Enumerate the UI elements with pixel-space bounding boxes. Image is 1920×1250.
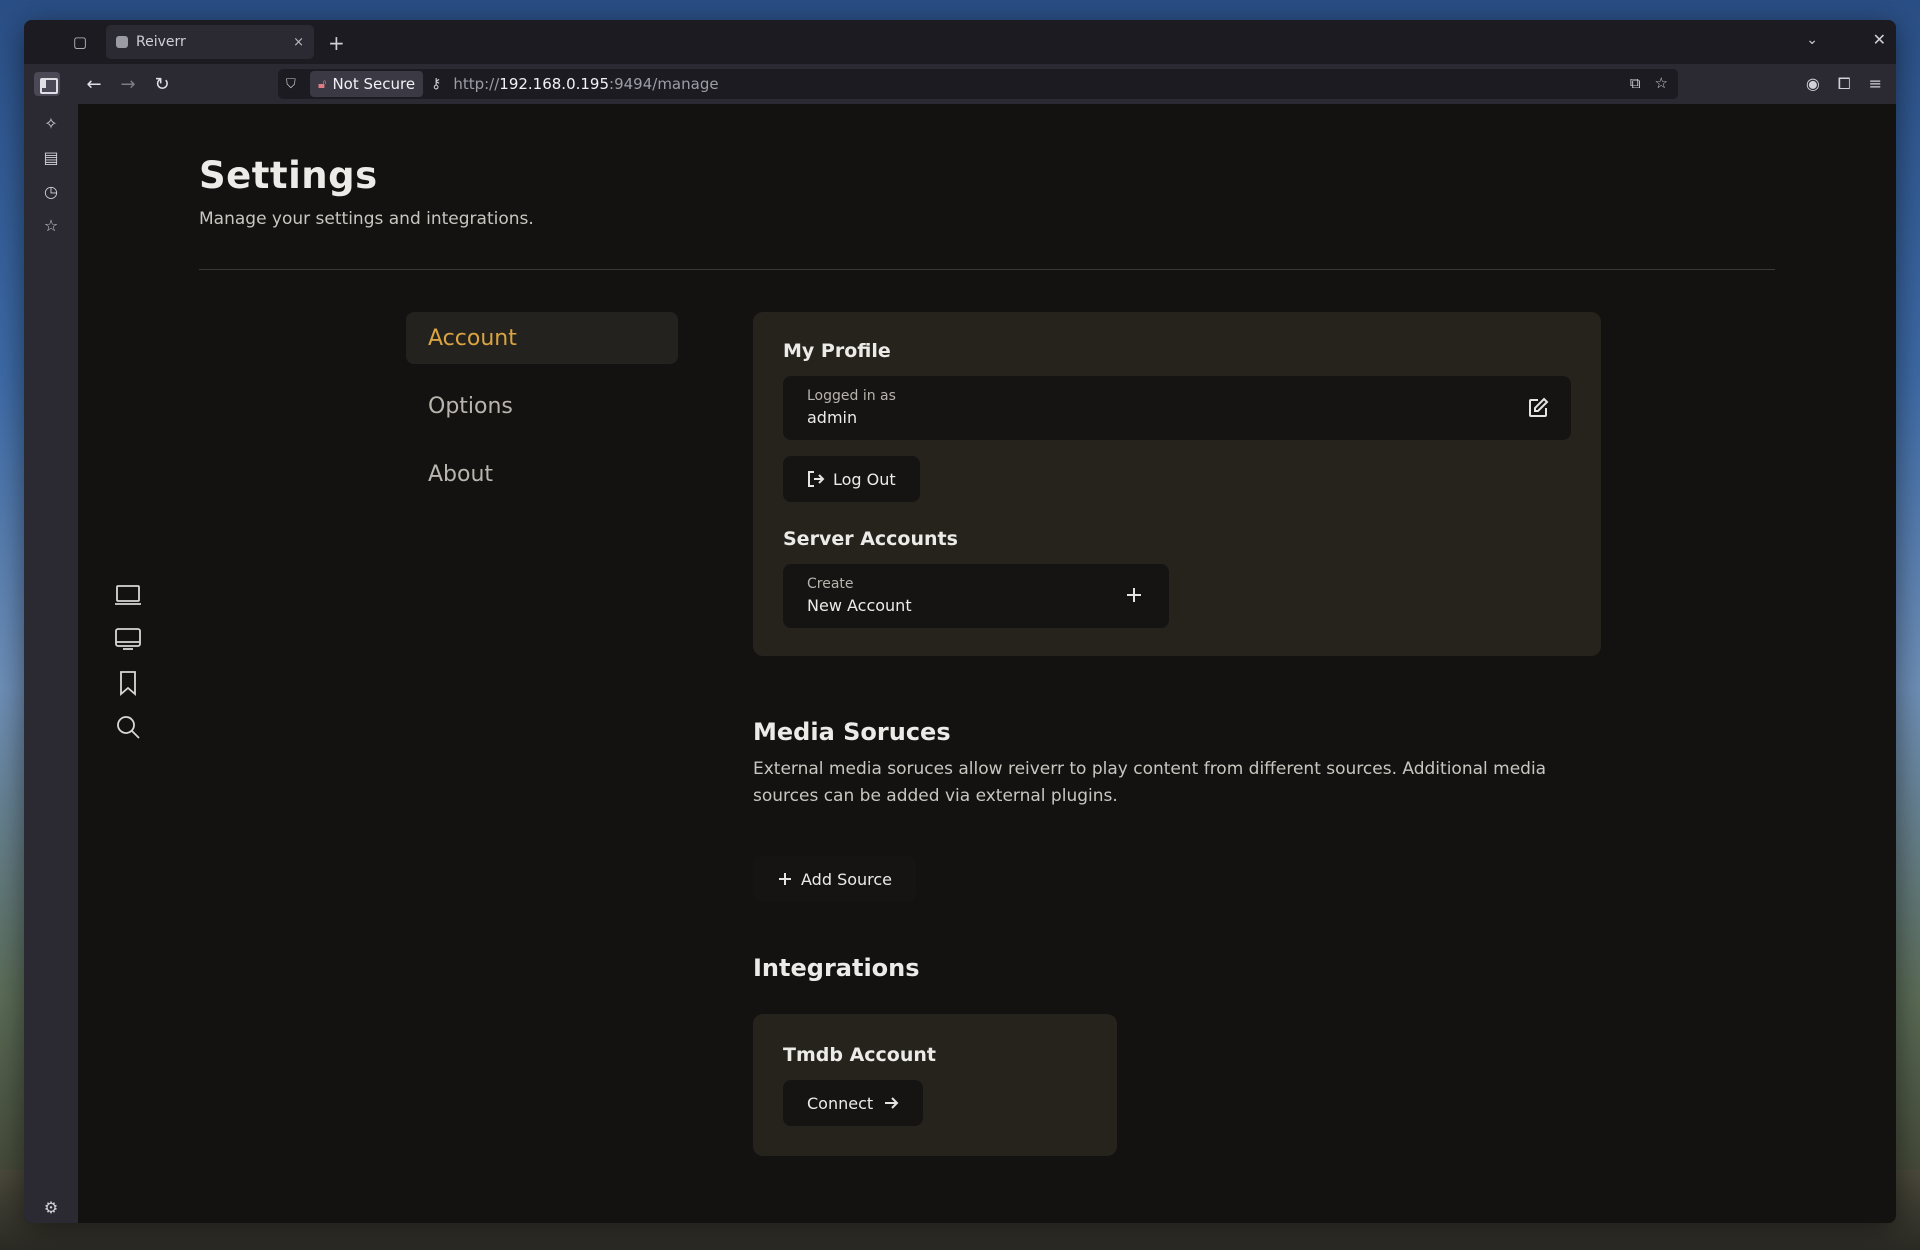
logged-in-label: Logged in as <box>807 388 896 404</box>
movies-icon[interactable] <box>108 578 148 612</box>
logged-in-row[interactable]: Logged in as admin <box>783 376 1571 440</box>
url-host: 192.168.0.195 <box>499 75 610 93</box>
back-icon[interactable]: ← <box>80 64 108 104</box>
logout-icon <box>807 470 825 488</box>
library-bookmark-icon[interactable] <box>108 666 148 700</box>
nav-bar: ← → ↻ ⛉ 🔓︎ Not Secure ⚷ http://192.168.0… <box>24 64 1896 104</box>
shield-icon[interactable]: ⛉ <box>286 77 302 92</box>
key-icon[interactable]: ⚷ <box>431 76 441 92</box>
tab-overview-icon[interactable]: ▢ <box>58 20 102 64</box>
connect-button[interactable]: Connect <box>783 1080 924 1126</box>
url-bar[interactable]: ⛉ 🔓︎ Not Secure ⚷ http://192.168.0.195:9… <box>278 69 1678 99</box>
new-tab-button[interactable]: + <box>328 31 345 55</box>
browser-window: ▢ Reiverr × + ⌄ ✕ ← → ↻ ⛉ 🔓︎ Not Secure … <box>24 20 1896 1223</box>
menu-icon[interactable]: ≡ <box>1869 74 1882 94</box>
account-card: My Profile Logged in as admin Log Out Se… <box>753 312 1601 656</box>
create-account-button[interactable]: Create New Account <box>783 564 1169 628</box>
my-profile-title: My Profile <box>783 340 891 362</box>
add-source-label: Add Source <box>801 869 893 889</box>
arrow-right-icon <box>883 1095 899 1111</box>
tmdb-card: Tmdb Account Connect <box>753 1014 1117 1156</box>
tv-icon[interactable] <box>108 622 148 656</box>
tab-favicon-icon <box>116 36 128 48</box>
add-source-button[interactable]: Add Source <box>753 856 917 902</box>
page-title: Settings <box>199 154 378 197</box>
sidebar-settings-icon[interactable]: ⚙ <box>24 1198 78 1217</box>
security-label: Not Secure <box>332 75 416 93</box>
tab-strip: ▢ Reiverr × + ⌄ ✕ <box>24 20 1896 64</box>
url-path: :9494/manage <box>609 75 719 93</box>
media-sources-description: External media soruces allow reiverr to … <box>753 759 1547 806</box>
header-divider <box>199 269 1775 270</box>
integrations-section: Integrations Tmdb Account Connect <box>753 954 1601 1156</box>
history-icon[interactable]: ◷ <box>24 182 78 201</box>
browser-sidebar: ✧ ▤ ◷ ☆ ⚙ <box>24 104 78 1223</box>
settings-nav-about[interactable]: About <box>406 448 678 500</box>
synced-tabs-icon[interactable]: ▤ <box>24 148 78 167</box>
integrations-title: Integrations <box>753 954 920 982</box>
server-accounts-title: Server Accounts <box>783 528 958 550</box>
search-icon[interactable] <box>108 710 148 744</box>
tab-title: Reiverr <box>136 34 186 50</box>
tmdb-title: Tmdb Account <box>783 1044 936 1066</box>
insecure-lock-icon: 🔓︎ <box>318 76 327 92</box>
reader-view-icon[interactable]: ⧉ <box>1630 74 1641 92</box>
url-scheme: http:// <box>453 75 500 93</box>
bookmarks-icon[interactable]: ☆ <box>24 216 78 235</box>
settings-nav-options[interactable]: Options <box>406 380 678 432</box>
forward-icon[interactable]: → <box>114 64 142 104</box>
media-sources-title: Media Soruces <box>753 718 951 746</box>
tab-list-chevron-icon[interactable]: ⌄ <box>1806 32 1818 48</box>
plus-icon <box>1125 586 1143 608</box>
browser-tab[interactable]: Reiverr × <box>106 25 314 59</box>
window-close-icon[interactable]: ✕ <box>1873 30 1886 49</box>
sidebar-toggle-icon[interactable] <box>34 72 60 96</box>
page-header: Settings Manage your settings and integr… <box>199 154 1775 229</box>
settings-content: My Profile Logged in as admin Log Out Se… <box>753 312 1601 1156</box>
connect-label: Connect <box>807 1093 874 1113</box>
account-icon[interactable]: ◉ <box>1806 74 1820 94</box>
page-content: Settings Manage your settings and integr… <box>78 104 1896 1223</box>
reload-icon[interactable]: ↻ <box>148 64 176 104</box>
extensions-icon[interactable]: ⧠ <box>1838 74 1851 94</box>
logout-label: Log Out <box>833 469 896 489</box>
media-sources-section: Media Soruces External media soruces all… <box>753 718 1601 902</box>
tab-close-icon[interactable]: × <box>293 35 304 50</box>
app-nav-rail <box>108 104 148 1223</box>
page-subtitle: Manage your settings and integrations. <box>199 209 534 229</box>
settings-nav-account[interactable]: Account <box>406 312 678 364</box>
logout-button[interactable]: Log Out <box>783 456 920 502</box>
bookmark-star-icon[interactable]: ☆ <box>1655 74 1668 92</box>
username: admin <box>807 408 858 427</box>
settings-nav: Account Options About <box>406 312 678 516</box>
ai-chat-icon[interactable]: ✧ <box>24 114 78 133</box>
plus-icon <box>777 871 793 887</box>
edit-icon[interactable] <box>1527 397 1549 423</box>
new-account-label: New Account <box>807 596 912 615</box>
security-badge[interactable]: 🔓︎ Not Secure <box>310 71 424 97</box>
create-label: Create <box>807 576 854 592</box>
